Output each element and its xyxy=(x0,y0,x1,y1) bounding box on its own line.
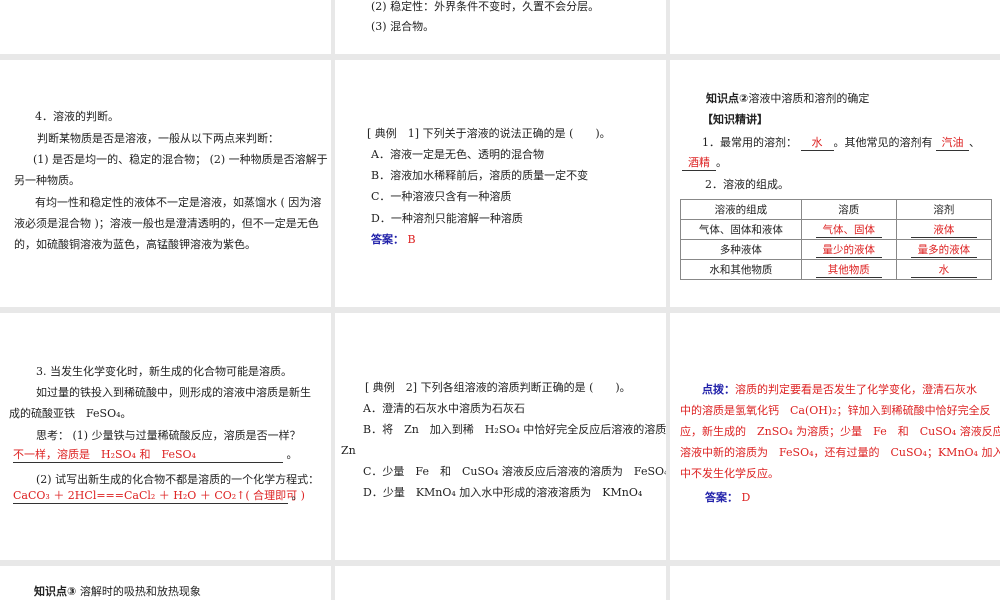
option-b: B．溶液加水稀释前后，溶质的质量一定不变 xyxy=(371,169,589,182)
option-d: D．一种溶剂只能溶解一种溶质 xyxy=(371,212,523,225)
option-c: C．一种溶液只含有一种溶质 xyxy=(371,190,512,203)
option-b-cont: Zn xyxy=(341,444,356,457)
answer: 答案： B xyxy=(371,233,416,247)
slide-blank-1 xyxy=(0,0,331,54)
text-line: 的，如硫酸铜溶液为蓝色，高锰酸钾溶液为紫色。 xyxy=(14,238,256,251)
text-line: (2) 试写出新生成的化合物不都是溶质的一个化学方程式： xyxy=(36,473,320,486)
option-b: B．将 Zn 加入到稀 H₂SO₄ 中恰好完全反应后溶液的溶质为 xyxy=(363,423,666,436)
text-line: 另一种物质。 xyxy=(14,174,80,187)
text-line: (3) 混合物。 xyxy=(371,20,435,33)
text-line: (2) 稳定性：外界条件不变时，久置不会分层。 xyxy=(371,0,600,13)
text-line: 成的硫酸亚铁 FeSO₄。 xyxy=(9,407,132,420)
answer-value: B xyxy=(407,233,416,246)
answer-label: 答案： xyxy=(371,233,404,246)
option-c: C．少量 Fe 和 CuSO₄ 溶液反应后溶液的溶质为 FeSO₄ xyxy=(363,465,666,478)
blank-answer: 水 xyxy=(800,136,834,151)
text-line: 3. 当发生化学变化时，新生成的化合物可能是溶质。 xyxy=(36,365,292,378)
option-a: A．溶液一定是无色、透明的混合物 xyxy=(371,148,544,161)
heading: 4．溶液的判断。 xyxy=(35,110,119,123)
slide-solute-solvent: 知识点②溶液中溶质和溶剂的确定 【知识精讲】 1．最常用的溶剂： 水。其他常见的… xyxy=(670,60,1000,307)
hint-line: 溶液中新的溶质为 FeSO₄，还有过量的 CuSO₄；KMnO₄ 加入水 xyxy=(680,446,1000,459)
hint-line: 应，新生成的 ZnSO₄ 为溶质；少量 Fe 和 CuSO₄ 溶液反应后， xyxy=(680,425,1000,438)
slide-title: 溶液中溶质和溶剂的确定 xyxy=(748,92,870,105)
option-d: D．少量 KMnO₄ 加入水中形成的溶液溶质为 KMnO₄ xyxy=(363,486,643,499)
question: [ 典例 2] 下列各组溶液的溶质判断正确的是 ( )。 xyxy=(365,381,631,394)
slide-blank-3 xyxy=(335,566,666,600)
text-line: 1．最常用的溶剂： 水。其他常见的溶剂有 汽油、 xyxy=(702,136,980,151)
text-line: (1) 是否是均一的、稳定的混合物； (2) 一种物质是否溶解于 xyxy=(33,153,328,166)
question: [ 典例 1] 下列关于溶液的说法正确的是 ( )。 xyxy=(367,127,611,140)
slide-solution-judgment: 4．溶液的判断。 判断某物质是否是溶液，一般从以下两点来判断： (1) 是否是均… xyxy=(0,60,331,307)
slide-hint: 点拨：溶质的判定要看是否发生了化学变化，澄清石灰水 中的溶质是氢氧化钙 Ca(O… xyxy=(670,313,1000,560)
hint-line: 点拨：溶质的判定要看是否发生了化学变化，澄清石灰水 xyxy=(702,383,977,396)
answer: 答案： D xyxy=(705,491,751,504)
hint-label: 点拨： xyxy=(702,383,735,396)
text-line: 液必须是混合物 )；溶液一般也是澄清透明的，但不一定是无色 xyxy=(14,217,319,230)
blank-answer: 酒精 xyxy=(682,156,716,171)
text-line: 判断某物质是否是溶液，一般从以下两点来判断： xyxy=(37,132,279,145)
text-line: 有均一性和稳定性的液体不一定是溶液，如蒸馏水 ( 因为溶 xyxy=(35,196,322,209)
hint-line: 中不发生化学反应。 xyxy=(680,467,779,480)
slide-title: 溶解时的吸热和放热现象 xyxy=(79,585,201,598)
knowledge-badge: 知识点③ xyxy=(34,585,77,598)
text-line: 酒精。 xyxy=(682,156,727,171)
slide-heat: 知识点③ 溶解时的吸热和放热现象 xyxy=(0,566,331,600)
blank-answer: 汽油 xyxy=(936,136,969,151)
option-a: A．澄清的石灰水中溶质为石灰石 xyxy=(363,402,525,415)
subheading: 【知识精讲】 xyxy=(702,113,768,126)
text-line: 思考： (1) 少量铁与过量稀硫酸反应，溶质是否一样？ xyxy=(36,429,301,442)
slide-example-2: [ 典例 2] 下列各组溶液的溶质判断正确的是 ( )。 A．澄清的石灰水中溶质… xyxy=(335,313,666,560)
knowledge-badge: 知识点② xyxy=(706,92,749,105)
slide-blank-2 xyxy=(670,0,1000,54)
answer-line: CaCO₃ ＋ 2HCl===CaCl₂ ＋ H₂O ＋ CO₂↑( 合理即可 … xyxy=(13,489,305,504)
text-line: 如过量的铁投入到稀硫酸中，则形成的溶液中溶质是新生 xyxy=(36,386,311,399)
slide-blank-4 xyxy=(670,566,1000,600)
composition-table: 溶液的组成 溶质 溶剂 气体、固体和液体 气体、固体 液体 多种液体 量少的液体 量多的液体… xyxy=(680,199,993,280)
hint-line: 中的溶质是氢氧化钙 Ca(OH)₂；锌加入到稀硫酸中恰好完全反 xyxy=(680,404,991,417)
answer-line: 不一样，溶质是 H₂SO₄ 和 FeSO₄ 。 xyxy=(13,448,298,463)
slide-chemical-change: 3. 当发生化学变化时，新生成的化合物可能是溶质。 如过量的铁投入到稀硫酸中，则… xyxy=(0,313,331,560)
slide-stability: (2) 稳定性：外界条件不变时，久置不会分层。 (3) 混合物。 xyxy=(335,0,666,54)
slide-example-1: [ 典例 1] 下列关于溶液的说法正确的是 ( )。 A．溶液一定是无色、透明的… xyxy=(335,60,666,307)
text-line: 2．溶液的组成。 xyxy=(705,178,789,191)
